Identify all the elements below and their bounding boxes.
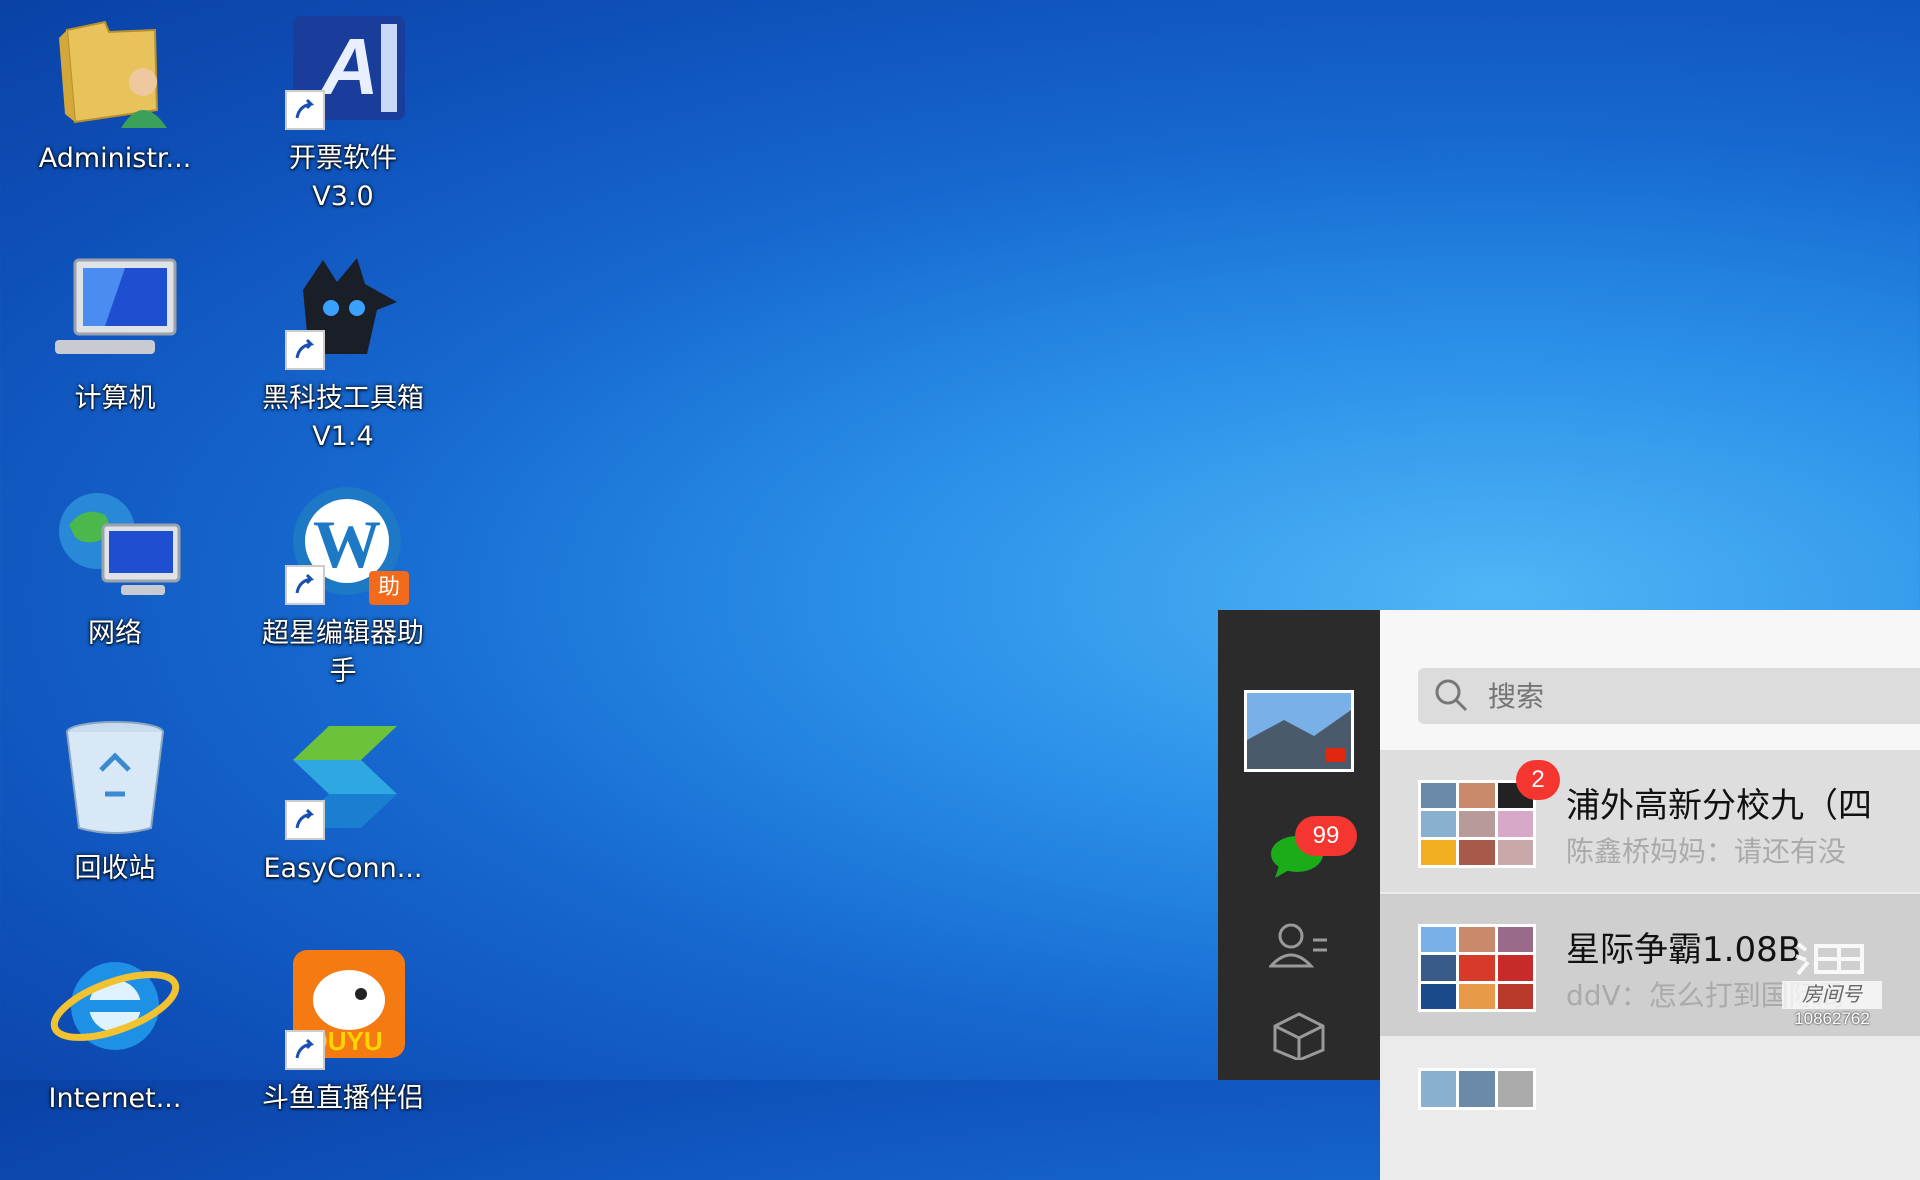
room-label: 房间号 [1782,981,1882,1009]
desktop-icon-label: 斗鱼直播伴侣 [262,1083,424,1114]
stream-logo-icon [1795,942,1864,976]
desktop-icon-douyu[interactable]: DUYU 斗鱼直播伴侣 [228,950,458,1118]
desktop-icon-label: 网络 [88,618,142,649]
search-icon [1435,679,1468,712]
shortcut-arrow-icon [285,90,325,130]
desktop-icon-administrator[interactable]: Administr... [0,10,230,178]
desktop-icon-chaoxing-editor[interactable]: W 助 超星编辑器助 手 [228,485,458,691]
unread-badge: 2 [1516,760,1560,800]
recycle-bin-icon [45,720,185,840]
wordpress-icon: W 助 [273,485,413,605]
desktop-icon-computer[interactable]: 计算机 [0,250,230,418]
chat-list-item[interactable] [1380,1038,1920,1180]
wechat-sidebar: 99 [1218,610,1380,1080]
shortcut-arrow-icon [285,800,325,840]
invoice-software-icon: A [273,10,413,130]
contacts-tab[interactable] [1218,920,1380,970]
computer-icon [45,250,185,370]
desktop-icon-invoice-software[interactable]: A 开票软件 V3.0 [228,10,458,216]
shortcut-arrow-icon [285,1030,325,1070]
black-cat-icon [273,250,413,370]
desktop-icon-recycle-bin[interactable]: 回收站 [0,720,230,888]
internet-explorer-icon [45,950,185,1070]
chat-list-item[interactable]: 2 浦外高新分校九（四 陈鑫桥妈妈：请还有没 [1380,750,1920,892]
desktop-icon-label: EasyConn... [263,853,423,884]
desktop-icon-internet-explorer[interactable]: Internet... [0,950,230,1118]
desktop-icon-label: 黑科技工具箱 V1.4 [262,383,424,452]
group-avatar [1418,1068,1536,1110]
helper-badge: 助 [369,571,409,605]
chat-title: 浦外高新分校九（四 [1566,786,1872,826]
favorites-tab[interactable] [1218,1010,1380,1060]
room-number: 10862762 [1794,1009,1870,1028]
douyu-fish-icon: DUYU [273,950,413,1070]
group-avatar [1418,924,1536,1012]
desktop-icon-label: Administr... [38,143,192,174]
desktop-icon-heikeji-toolbox[interactable]: 黑科技工具箱 V1.4 [228,250,458,456]
shortcut-arrow-icon [285,565,325,605]
desktop-icon-network[interactable]: 网络 [0,485,230,653]
chat-preview: 陈鑫桥妈妈：请还有没 [1566,835,1847,868]
user-avatar[interactable] [1218,690,1380,772]
search-input[interactable] [1486,678,1870,714]
desktop-icon-label: 超星编辑器助 手 [262,618,424,687]
search-box[interactable] [1418,668,1920,724]
cube-icon [1273,1012,1325,1060]
easyconnect-icon [273,720,413,840]
network-globe-icon [45,485,185,605]
chat-title: 星际争霸1.08B [1566,930,1802,970]
contacts-icon [1269,923,1327,968]
stream-watermark: 房间号 10862762 [1782,940,1882,1029]
desktop-icon-label: 计算机 [74,383,156,414]
user-folder-icon [45,10,185,130]
desktop-icon-easyconnect[interactable]: EasyConn... [228,720,458,888]
svg-text:A: A [319,22,379,111]
desktop-icon-label: Internet... [48,1083,182,1114]
shortcut-arrow-icon [285,330,325,370]
desktop-icon-label: 回收站 [74,853,156,884]
desktop-icon-label: 开票软件 V3.0 [289,143,397,212]
group-avatar [1418,780,1536,868]
unread-count-badge: 99 [1295,816,1357,856]
chat-tab[interactable]: 99 [1218,816,1380,880]
